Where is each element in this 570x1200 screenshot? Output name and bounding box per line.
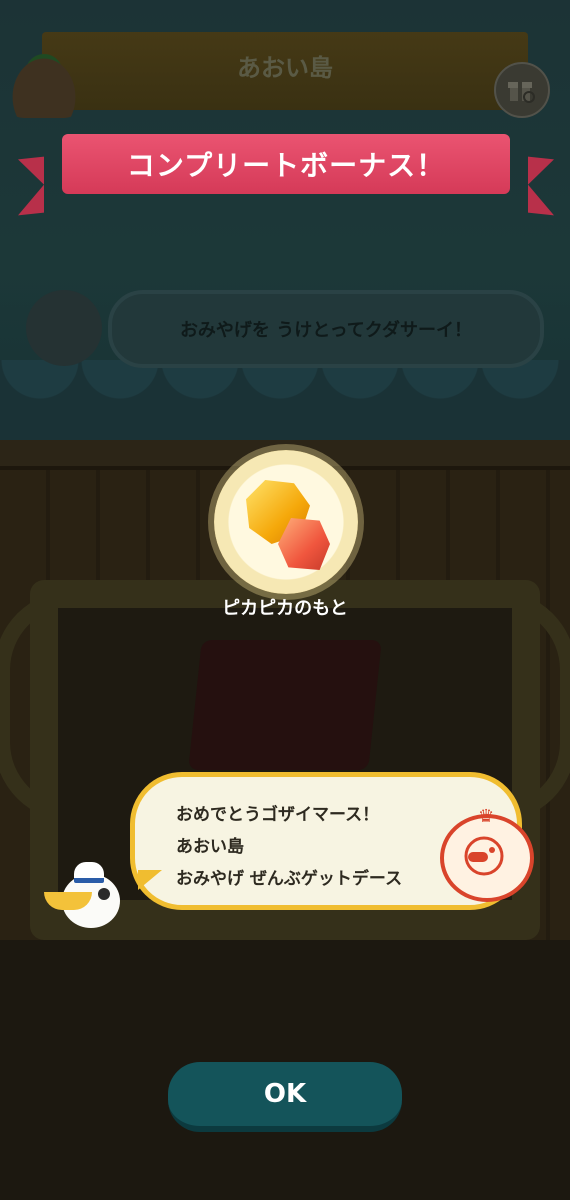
gift-search-icon: [508, 82, 535, 103]
complete-stamp-icon: [440, 814, 534, 902]
gift-search-button[interactable]: [494, 62, 550, 118]
island-icon: [4, 48, 84, 118]
island-title: あおい島: [237, 54, 333, 82]
dim-character-icon: [26, 290, 102, 366]
ok-button[interactable]: OK: [168, 1062, 402, 1132]
gift-box: [188, 640, 382, 770]
pelican-icon: [44, 862, 124, 928]
banner-title: コンプリートボーナス！: [62, 134, 510, 194]
stamp-pelican-icon: [464, 836, 504, 876]
reward-name: ピカピカのもと: [222, 598, 348, 619]
background-wave: [0, 360, 570, 450]
bubble-tail: [138, 870, 162, 890]
pelican-hat: [74, 862, 104, 883]
ribbon-tail-right: [528, 156, 554, 216]
message-line-3: おみやげ ぜんぶゲットデース: [176, 869, 403, 889]
dim-speech-bubble: おみやげを うけとってクダサーイ！: [108, 290, 544, 368]
message-line-1: おめでとうゴザイマース！: [176, 805, 380, 825]
message-line-2: あおい島: [176, 837, 244, 857]
crown-icon: ♛: [478, 806, 495, 827]
pelican-eye: [98, 888, 110, 900]
ribbon-tail-left: [18, 156, 44, 216]
complete-bonus-banner: コンプリートボーナス！: [18, 128, 554, 224]
